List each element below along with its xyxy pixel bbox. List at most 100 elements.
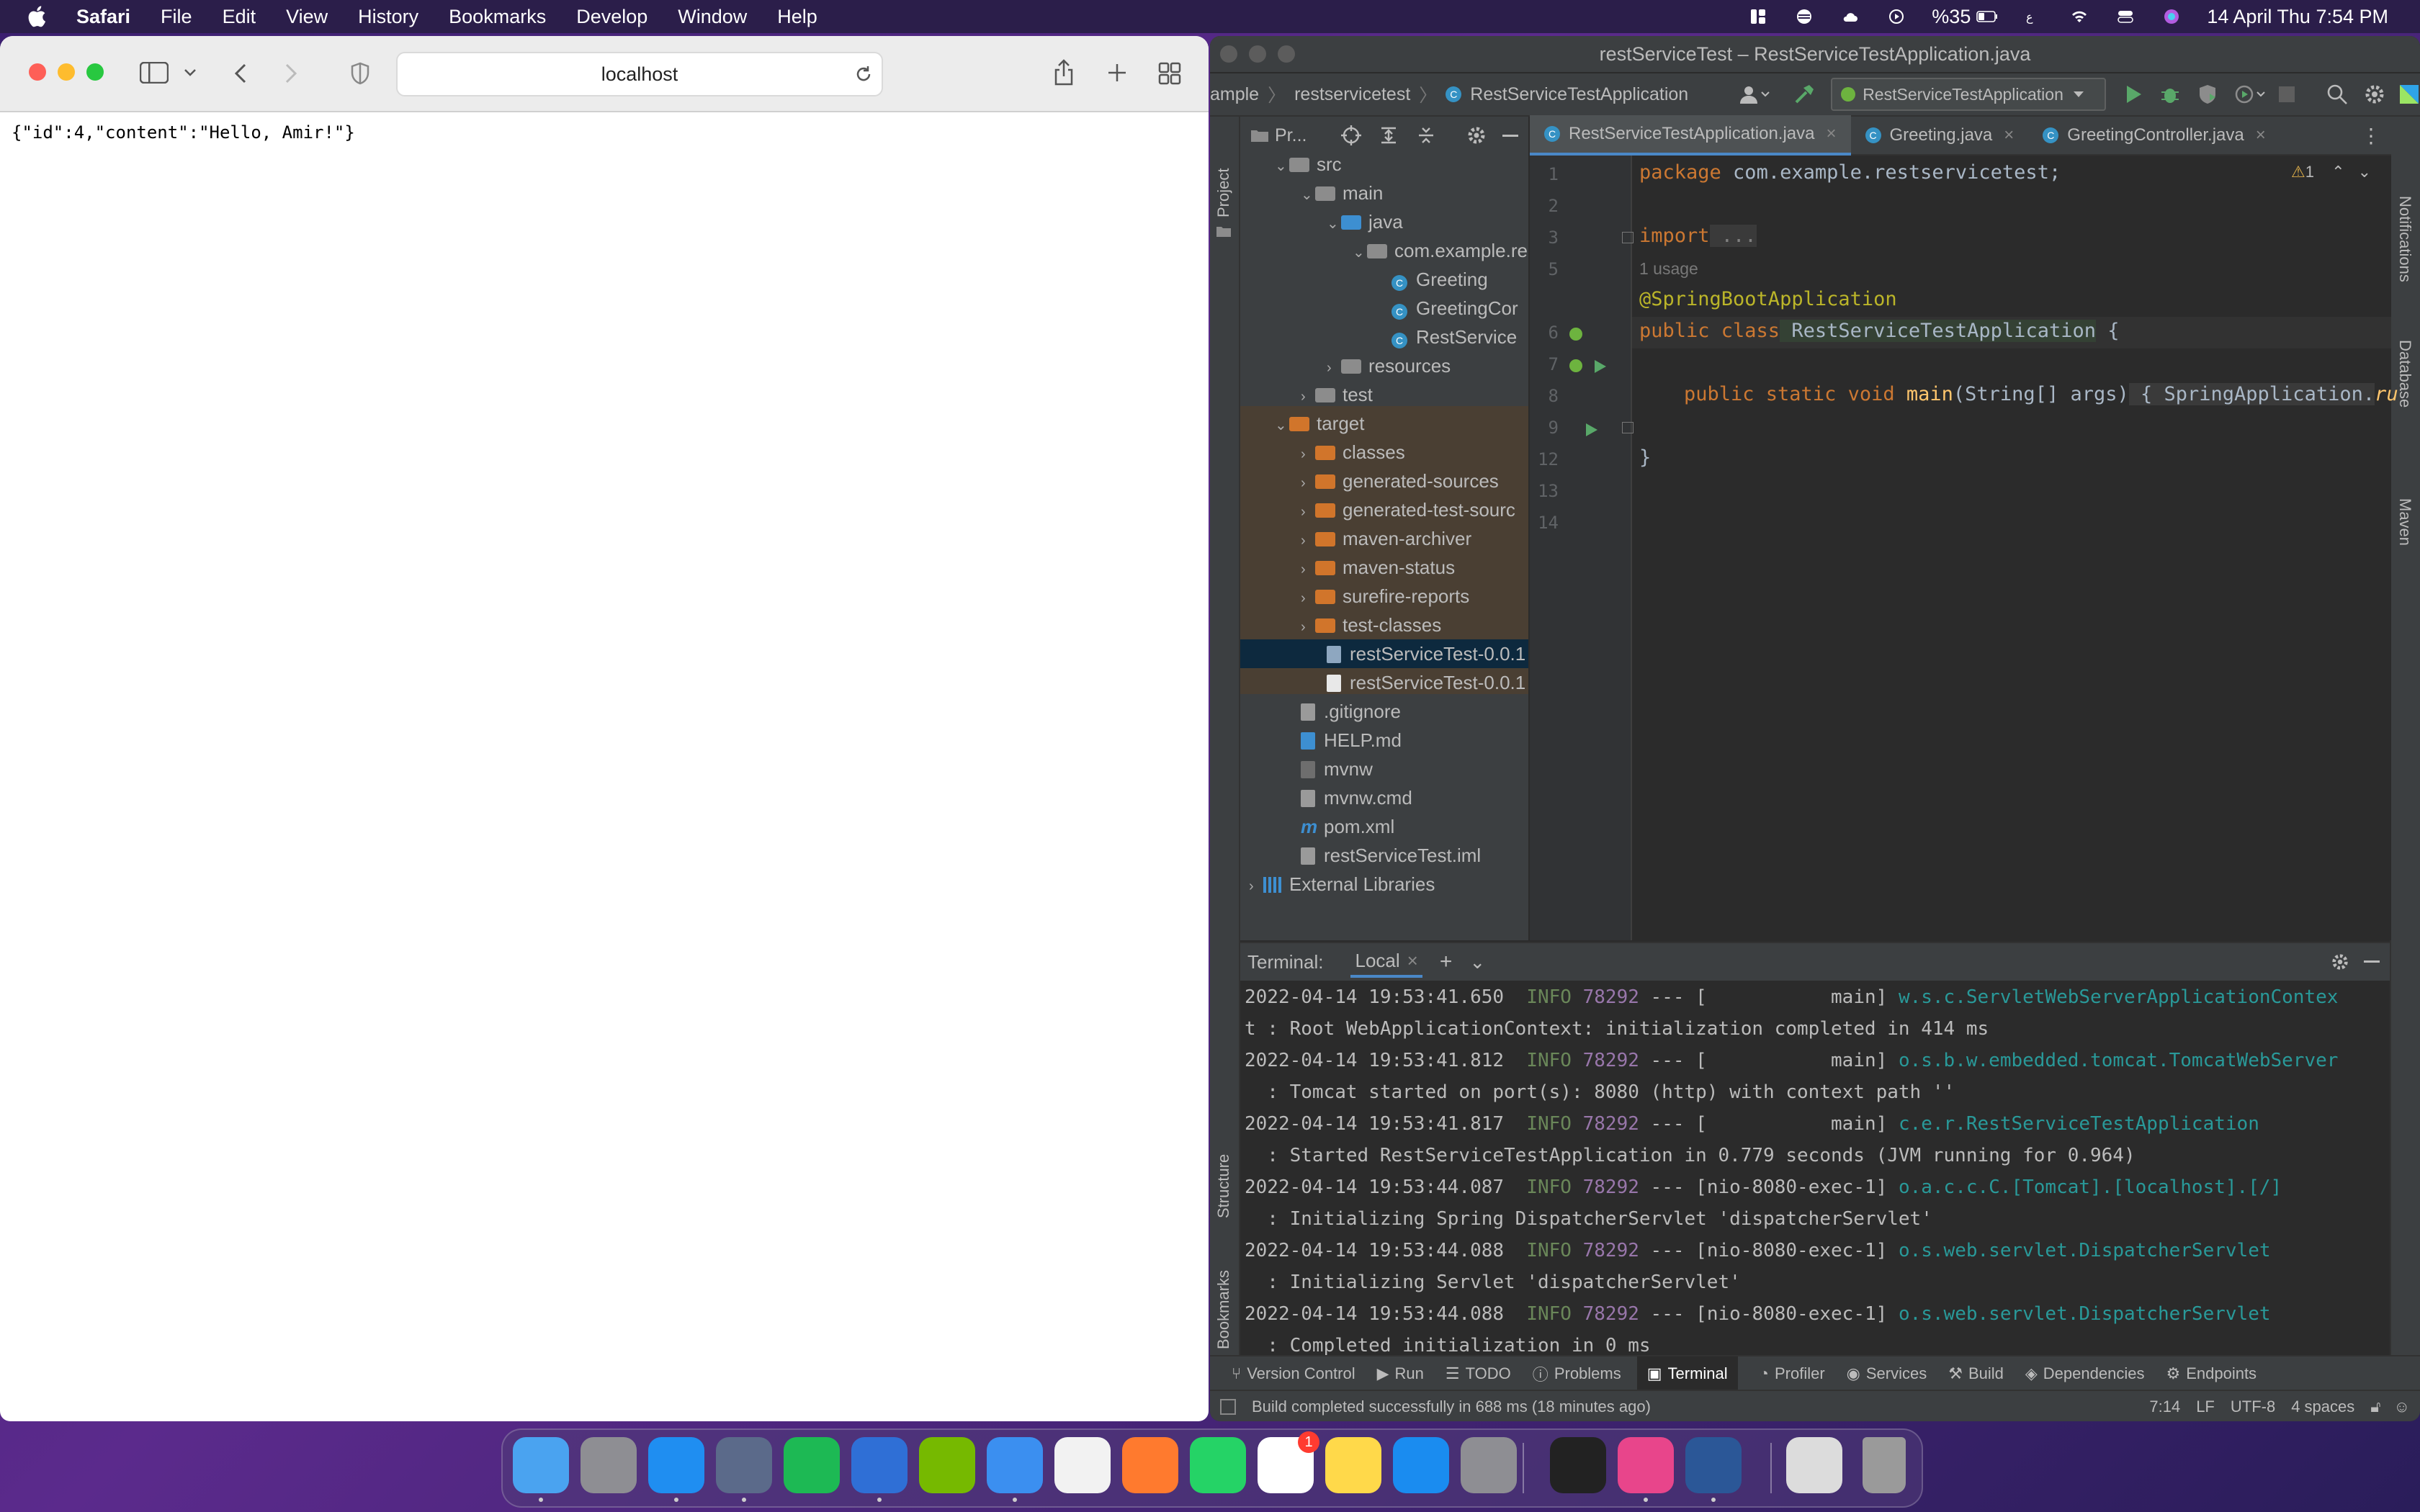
maven-tool-tab[interactable]: Maven [2396,498,2414,546]
collapse-all-icon[interactable] [1416,125,1436,145]
launchpad-icon[interactable] [581,1437,637,1493]
apple-icon[interactable] [26,4,50,29]
menu-help[interactable]: Help [777,6,817,28]
jetbrains-logo-icon[interactable] [2398,84,2420,105]
build-hammer-icon[interactable] [1793,84,1815,105]
gear-icon[interactable] [1466,125,1487,145]
run-gutter-icon[interactable] [1593,359,1608,374]
warning-indicator[interactable]: ⚠1 ⌃ ⌄ [2291,163,2371,181]
profile-run-icon[interactable] [2234,84,2266,105]
tree-item-rest-service[interactable]: C RestService [1392,323,1517,351]
siri-icon[interactable] [2161,8,2182,25]
tab-greeting-controller[interactable]: C GreetingController.java × [2028,117,2280,154]
gear-icon[interactable] [2331,953,2349,971]
fold-marker[interactable] [1622,232,1634,243]
back-icon[interactable] [232,62,249,85]
tool-endpoints[interactable]: ⚙ Endpoints [2166,1364,2257,1383]
spring-bean-icon[interactable] [1567,325,1586,343]
menu-app-name[interactable]: Safari [76,6,130,28]
tab-overview-icon[interactable] [1158,62,1181,85]
new-tab-icon[interactable] [1106,62,1128,84]
stop-button[interactable] [2279,86,2295,102]
line-separator[interactable]: LF [2196,1398,2215,1416]
run-icon[interactable] [2125,84,2143,104]
nvidia-icon[interactable] [919,1437,975,1493]
downloads-icon[interactable] [1786,1437,1842,1493]
terminal-tab-local[interactable]: Local × [1350,947,1422,978]
tree-item-iml[interactable]: restServiceTest.iml [1301,841,1481,870]
clock[interactable]: 14 April Thu 7:54 PM [2207,6,2388,28]
coverage-icon[interactable] [2197,84,2218,105]
sidebar-icon[interactable] [140,62,169,84]
tool-terminal[interactable]: ▣ Terminal [1636,1356,1738,1391]
search-everywhere-icon[interactable] [2326,84,2348,105]
tool-version-control[interactable]: ⑂ Version Control [1232,1364,1355,1383]
tree-item-jar-selected[interactable]: restServiceTest-0.0.1 [1240,639,1528,668]
breadcrumb-package[interactable]: ample [1210,84,1259,105]
tree-item-jar-original[interactable]: restServiceTest-0.0.1 [1327,668,1525,697]
tree-item-java[interactable]: ⌄ java [1327,207,1403,236]
tree-item-target[interactable]: ⌄ target [1275,409,1365,438]
tree-item-gitignore[interactable]: .gitignore [1301,697,1401,726]
tab-greeting[interactable]: C Greeting.java × [1851,117,2029,154]
quicktime-icon[interactable] [716,1437,772,1493]
share-icon[interactable] [1053,58,1075,86]
privacy-shield-icon[interactable] [350,62,370,85]
notes-icon[interactable] [1325,1437,1381,1493]
tool-services[interactable]: ◉ Services [1847,1364,1927,1383]
file-encoding[interactable]: UTF-8 [2231,1398,2275,1416]
tasks-icon[interactable] [851,1437,908,1493]
tree-item-external-libraries[interactable]: › External Libraries [1249,870,1435,899]
address-bar[interactable]: localhost [396,52,883,96]
tree-item-test[interactable]: › test [1301,380,1373,409]
notifications-tool-tab[interactable]: Notifications [2396,196,2414,282]
ide-minimize-button[interactable] [1249,45,1266,63]
tree-item-help-md[interactable]: HELP.md [1301,726,1402,755]
close-button[interactable] [29,63,46,81]
expand-all-icon[interactable] [1379,125,1399,145]
tree-item-mvnw-cmd[interactable]: mvnw.cmd [1301,783,1412,812]
run-configuration-select[interactable]: RestServiceTestApplication [1831,78,2107,111]
play-circle-icon[interactable] [1886,8,1907,25]
code-editor[interactable]: 1 2 3 5 6 7 8 9 12 13 14 package com.exa… [1530,156,2398,940]
project-tool-tab[interactable]: Project [1214,168,1233,217]
tree-item-src[interactable]: ⌄ src [1275,154,1342,179]
settings-gear-icon[interactable] [2364,84,2385,105]
user-icon[interactable] [1739,84,1770,105]
cloud-icon[interactable] [1839,8,1861,25]
tab-rest-service-app[interactable]: C RestServiceTestApplication.java × [1530,115,1851,156]
ide-close-button[interactable] [1220,45,1237,63]
tool-problems[interactable]: ⓘ Problems [1533,1362,1621,1385]
indent-setting[interactable]: 4 spaces [2291,1398,2354,1416]
new-terminal-icon[interactable]: + [1440,950,1453,974]
keyboard-layout-icon[interactable]: ﻉ [2022,8,2044,25]
word-icon[interactable] [1685,1437,1742,1493]
lock-icon[interactable]: 🔓︎ [2370,1398,2380,1416]
structure-tool-tab[interactable]: Structure [1214,1154,1233,1218]
minimize-button[interactable] [58,63,75,81]
menu-file[interactable]: File [161,6,192,28]
widget-icon[interactable] [1747,8,1769,25]
appstore-icon[interactable] [1393,1437,1449,1493]
trash-icon[interactable] [1863,1437,1906,1493]
tree-item-pom-xml[interactable]: m pom.xml [1301,812,1394,841]
status-message[interactable]: Build completed successfully in 688 ms (… [1252,1398,1651,1416]
menu-view[interactable]: View [286,6,328,28]
tree-item-surefire-reports[interactable]: › surefire-reports [1301,582,1469,611]
tree-item-resources[interactable]: › resources [1327,351,1451,380]
safari-icon[interactable] [648,1437,704,1493]
menu-edit[interactable]: Edit [223,6,256,28]
tree-item-generated-sources[interactable]: › generated-sources [1301,467,1499,495]
status-toggle-icon[interactable] [1220,1399,1236,1415]
tree-item-test-classes[interactable]: › test-classes [1301,611,1441,639]
spring-bean-icon[interactable] [1567,357,1586,374]
control-center-icon[interactable] [2115,8,2136,25]
ide-zoom-button[interactable] [1278,45,1295,63]
usage-hint[interactable]: 1 usage [1639,259,1698,279]
chevron-down-icon[interactable] [183,68,197,78]
zoom-button[interactable] [86,63,104,81]
tree-item-greeting[interactable]: C Greeting [1392,265,1488,294]
fold-marker[interactable] [1622,422,1634,433]
chevron-down-icon[interactable]: ⌄ [1469,951,1485,973]
reload-icon[interactable] [854,65,873,84]
